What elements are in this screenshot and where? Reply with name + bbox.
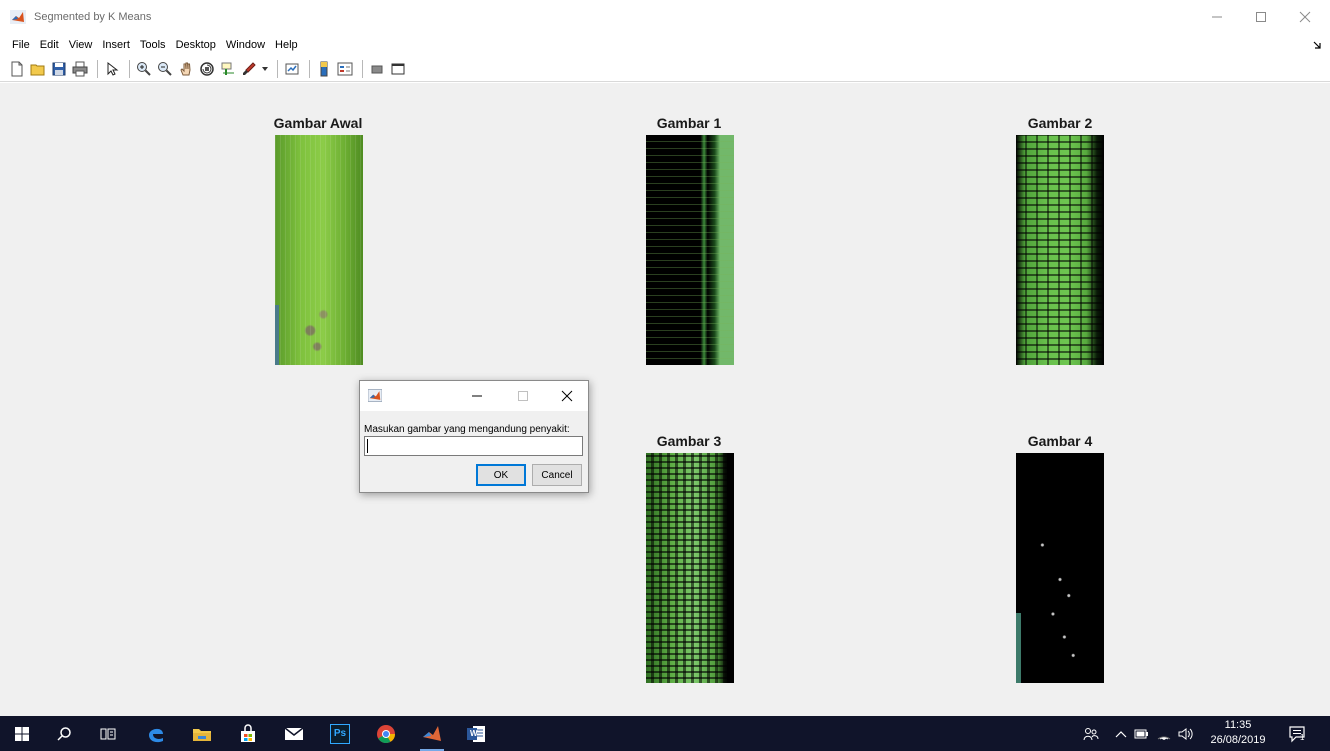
colorbar-icon[interactable] [315,60,333,78]
window-title: Segmented by K Means [34,11,152,23]
pan-icon[interactable] [177,60,195,78]
input-dialog: Masukan gambar yang mengandung penyakit:… [359,380,589,493]
axes-title-original: Gambar Awal [273,115,363,131]
menu-bar: File Edit View Insert Tools Desktop Wind… [0,34,1330,56]
edge-icon[interactable] [140,716,172,751]
print-icon[interactable] [71,60,89,78]
toolbar-separator [362,59,363,78]
battery-icon[interactable] [1132,716,1152,751]
new-figure-icon[interactable] [8,60,26,78]
dock-arrow-icon[interactable] [1312,38,1322,52]
chrome-icon[interactable] [370,716,402,751]
axes-title-cluster-4: Gambar 4 [1027,433,1093,449]
menu-view[interactable]: View [69,39,93,51]
image-number-input[interactable] [364,436,583,456]
matlab-app-icon [10,10,26,24]
word-label: W [470,729,478,738]
open-file-icon[interactable] [29,60,47,78]
dialog-close-button[interactable] [554,386,580,406]
dialog-minimize-button[interactable] [464,386,490,406]
zoom-in-icon[interactable] [135,60,153,78]
brush-icon[interactable] [240,60,258,78]
axes-title-cluster-3: Gambar 3 [656,433,722,449]
dialog-prompt-label: Masukan gambar yang mengandung penyakit: [364,424,570,435]
clock-time[interactable]: 11:35 [1210,719,1266,731]
menu-edit[interactable]: Edit [40,39,59,51]
save-icon[interactable] [50,60,68,78]
menu-desktop[interactable]: Desktop [176,39,216,51]
figure-canvas: Gambar Awal Gambar 1 Gambar 2 Gambar 3 G… [0,83,1330,716]
menu-window[interactable]: Window [226,39,265,51]
clock-date[interactable]: 26/08/2019 [1206,734,1270,746]
photoshop-icon[interactable]: Ps [324,716,356,751]
matlab-app-icon [367,388,383,403]
start-icon[interactable] [8,716,36,751]
brush-dropdown-icon[interactable] [261,60,269,78]
action-center-icon[interactable]: 1 [1282,716,1312,751]
image-cluster-1 [646,135,734,365]
store-icon[interactable] [232,716,264,751]
link-plot-icon[interactable] [283,60,301,78]
axes-title-cluster-1: Gambar 1 [656,115,722,131]
ok-button[interactable]: OK [476,464,526,486]
minimize-button[interactable] [1202,6,1232,28]
toolbar-separator [129,59,130,78]
file-explorer-icon[interactable] [186,716,218,751]
menu-file[interactable]: File [12,39,30,51]
maximize-button[interactable] [1246,6,1276,28]
edit-plot-icon[interactable] [103,60,121,78]
search-icon[interactable] [50,716,78,751]
image-original-leaf [275,135,363,365]
dialog-maximize-button[interactable] [510,386,536,406]
zoom-out-icon[interactable] [156,60,174,78]
wifi-icon[interactable] [1154,716,1174,751]
title-bar: Segmented by K Means [0,0,1330,34]
image-cluster-3 [646,453,734,683]
figure-toolbar [0,56,1330,82]
data-cursor-icon[interactable] [219,60,237,78]
legend-icon[interactable] [336,60,354,78]
toolbar-separator [97,59,98,78]
dialog-title-bar [360,381,588,411]
toolbar-separator [309,59,310,78]
axes-title-cluster-2: Gambar 2 [1027,115,1093,131]
show-plot-tools-icon[interactable] [389,60,407,78]
toolbar-separator [277,59,278,78]
menu-insert[interactable]: Insert [102,39,130,51]
people-icon[interactable] [1079,716,1103,751]
matlab-icon[interactable] [416,716,448,751]
photoshop-label: Ps [333,728,347,739]
tray-overflow-chevron-icon[interactable] [1112,716,1130,751]
cancel-button[interactable]: Cancel [532,464,582,486]
close-button[interactable] [1290,6,1320,28]
mail-icon[interactable] [278,716,310,751]
rotate-3d-icon[interactable] [198,60,216,78]
windows-taskbar: Ps W 11:35 26/08/2019 1 [0,716,1330,751]
menu-tools[interactable]: Tools [140,39,166,51]
notification-count: 1 [1300,733,1305,742]
image-cluster-2 [1016,135,1104,365]
menu-help[interactable]: Help [275,39,298,51]
hide-plot-tools-icon[interactable] [368,60,386,78]
volume-icon[interactable] [1176,716,1196,751]
task-view-icon[interactable] [94,716,122,751]
text-caret [367,439,368,453]
word-icon[interactable]: W [460,716,492,751]
image-cluster-4 [1016,453,1104,683]
